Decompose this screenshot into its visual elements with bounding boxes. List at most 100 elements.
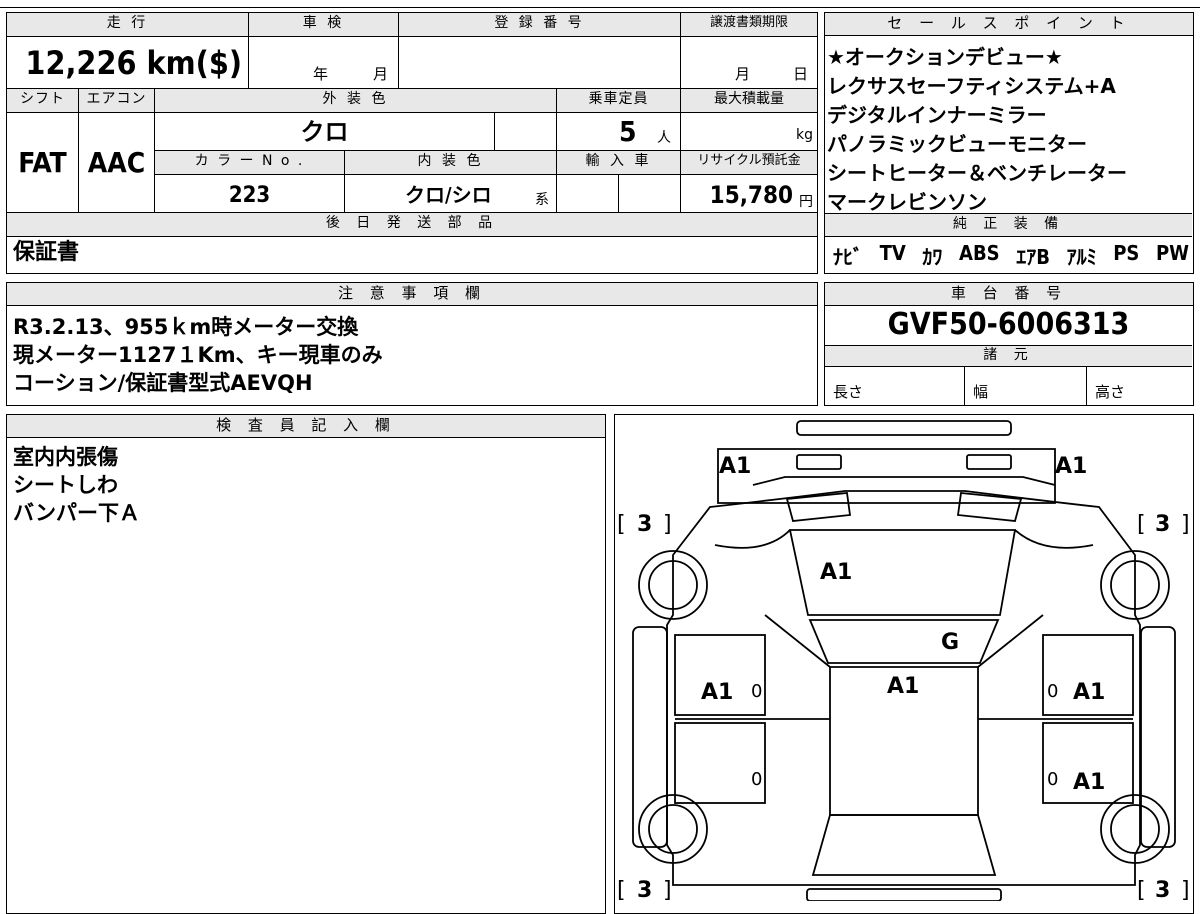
spec-height: 高さ bbox=[1087, 367, 1192, 405]
mark-roof: A1 bbox=[887, 674, 919, 699]
interior-color-value-cell: クロ/シロ 系 bbox=[345, 175, 557, 213]
chassis-box: 車 台 番 号 GVF50-6006313 諸 元 長さ 幅 高さ bbox=[824, 282, 1194, 406]
top-cut-strip bbox=[0, 0, 1200, 8]
import-label: 輸 入 車 bbox=[557, 151, 681, 175]
color-no-value: 223 bbox=[155, 175, 345, 213]
door-zero-right-front: 0 bbox=[1047, 681, 1058, 702]
ac-label: エアコン bbox=[79, 89, 155, 113]
equipment-item-pw: PW bbox=[1155, 241, 1189, 265]
inspector-line: シートしわ bbox=[13, 473, 118, 497]
ac-value: AAC bbox=[79, 113, 155, 213]
sales-points-box: セ ー ル ス ポ イ ン ト ★オークションデビュー★ レクサスセーフティシス… bbox=[824, 12, 1194, 274]
mark-front-left: A1 bbox=[719, 454, 751, 479]
spec-width-label: 幅 bbox=[973, 383, 989, 401]
tire-tread-front-left: 3 bbox=[637, 512, 652, 537]
pillar-right bbox=[977, 614, 1044, 668]
spec-length-label: 長さ bbox=[833, 383, 864, 401]
recycle-value-cell: 15,780 円 bbox=[681, 175, 817, 213]
left-sill bbox=[632, 626, 668, 848]
recycle-label: リサイクル預託金 bbox=[681, 151, 817, 175]
exterior-color-label: 外 装 色 bbox=[155, 89, 557, 113]
notes-box: 注 意 事 項 欄 R3.2.13、955ｋm時メーター交換 現メーター1127… bbox=[6, 282, 818, 406]
inspector-line: 室内内張傷 bbox=[13, 445, 118, 469]
tire-bracket-rear-left-close: ] bbox=[663, 878, 672, 901]
rear-bumper-outline bbox=[806, 888, 1002, 901]
right-fender bbox=[1014, 529, 1094, 549]
inspector-list: 室内内張傷 シートしわ バンパー下Ａ bbox=[13, 443, 140, 527]
car-diagram: A1 A1 A1 G A1 A1 A1 A1 0 0 0 0 [ 3 ] [ 3… bbox=[617, 420, 1190, 901]
spec-height-label: 高さ bbox=[1095, 383, 1126, 401]
chassis-number: GVF50-6006313 bbox=[887, 307, 1130, 342]
genuine-equipment-list: ﾅﾋﾞ TV ｶﾜ ABS ｴｱB ｱﾙﾐ PS PW bbox=[833, 241, 1189, 270]
sales-points-label: セ ー ル ス ポ イ ン ト bbox=[825, 13, 1193, 36]
car-diagram-box: A1 A1 A1 G A1 A1 A1 A1 0 0 0 0 [ 3 ] [ 3… bbox=[614, 414, 1194, 914]
max-load-value-cell: kg bbox=[681, 113, 817, 151]
spec-width: 幅 bbox=[965, 367, 1087, 405]
chassis-label: 車 台 番 号 bbox=[825, 283, 1193, 306]
tire-tread-rear-right: 3 bbox=[1155, 878, 1170, 901]
tire-bracket-rear-right-close: ] bbox=[1181, 878, 1190, 901]
capacity-value-cell: 5 人 bbox=[557, 113, 681, 151]
genuine-equipment-label: 純 正 装 備 bbox=[825, 213, 1192, 237]
sales-points-list: ★オークションデビュー★ レクサスセーフティシステム+A デジタルインナーミラー… bbox=[827, 43, 1191, 217]
tire-tread-front-right: 3 bbox=[1155, 512, 1170, 537]
interior-color-label: 内 装 色 bbox=[345, 151, 557, 175]
equipment-item-leather: ｶﾜ bbox=[922, 245, 943, 269]
sales-point-line: パノラミックビューモニター bbox=[827, 132, 1087, 156]
front-bumper-outline bbox=[796, 420, 1012, 436]
windshield-outline bbox=[808, 619, 1000, 664]
wheel-rear-left-inner bbox=[648, 804, 698, 854]
import-value-a bbox=[557, 175, 619, 213]
notes-label: 注 意 事 項 欄 bbox=[7, 283, 817, 306]
mark-windshield: G bbox=[941, 630, 959, 655]
mileage-value: 12,226 km($) bbox=[7, 37, 249, 89]
sales-point-line: ★オークションデビュー★ bbox=[827, 45, 1063, 69]
max-load-unit: kg bbox=[796, 127, 813, 143]
transfer-month-unit: 月 bbox=[735, 65, 751, 83]
tire-tread-rear-left: 3 bbox=[637, 878, 652, 901]
equipment-item-airbag: ｴｱB bbox=[1016, 245, 1050, 269]
left-rear-door-outline bbox=[674, 722, 766, 804]
note-line: R3.2.13、955ｋm時メーター交換 bbox=[13, 315, 359, 339]
inspection-label: 車 検 bbox=[249, 13, 399, 37]
wheel-rear-right-inner bbox=[1110, 804, 1160, 854]
tire-bracket-front-left-close: ] bbox=[663, 512, 672, 537]
tire-bracket-front-right-close: ] bbox=[1181, 512, 1190, 537]
specs-label: 諸 元 bbox=[825, 345, 1192, 367]
front-grille-outline bbox=[752, 476, 1056, 486]
mark-right-rear-door: A1 bbox=[1073, 770, 1105, 795]
mark-left-front-door: A1 bbox=[701, 680, 733, 705]
inspection-value: 年 月 bbox=[249, 37, 399, 89]
tire-bracket-rear-left: [ bbox=[617, 878, 626, 901]
tire-bracket-front-left: [ bbox=[617, 512, 626, 537]
mark-front-right: A1 bbox=[1055, 454, 1087, 479]
left-fender bbox=[714, 529, 791, 549]
equipment-item-navi: ﾅﾋﾞ bbox=[833, 245, 863, 269]
registration-value bbox=[399, 37, 681, 89]
equipment-item-tv: TV bbox=[879, 241, 906, 265]
mark-right-front-door: A1 bbox=[1073, 680, 1105, 705]
capacity-unit: 人 bbox=[657, 130, 671, 146]
notes-list: R3.2.13、955ｋm時メーター交換 現メーター1127１Km、キー現車のみ… bbox=[13, 313, 383, 397]
front-panel-outline bbox=[717, 448, 1056, 504]
front-light-right bbox=[966, 454, 1012, 470]
registration-label: 登 録 番 号 bbox=[399, 13, 681, 37]
shift-value: FAT bbox=[7, 113, 79, 213]
door-zero-right-rear: 0 bbox=[1047, 769, 1058, 790]
inspection-month-unit: 月 bbox=[373, 65, 389, 83]
shift-label: シフト bbox=[7, 89, 79, 113]
color-no-label: カ ラ ー N o . bbox=[155, 151, 345, 175]
recycle-value: 15,780 bbox=[709, 181, 793, 209]
later-parts-label: 後 日 発 送 部 品 bbox=[7, 213, 817, 237]
right-sill bbox=[1140, 626, 1176, 848]
transfer-value: 月 日 bbox=[681, 37, 817, 89]
capacity-label: 乗車定員 bbox=[557, 89, 681, 113]
door-zero-left-rear: 0 bbox=[751, 769, 762, 790]
inspector-label: 検 査 員 記 入 欄 bbox=[7, 415, 605, 438]
transfer-day-unit: 日 bbox=[793, 65, 809, 83]
capacity-value: 5 bbox=[619, 115, 637, 148]
rear-glass-outline bbox=[811, 814, 997, 876]
mark-hood: A1 bbox=[820, 560, 852, 585]
inspector-box: 検 査 員 記 入 欄 室内内張傷 シートしわ バンパー下Ａ bbox=[6, 414, 606, 914]
recycle-unit: 円 bbox=[799, 194, 813, 210]
